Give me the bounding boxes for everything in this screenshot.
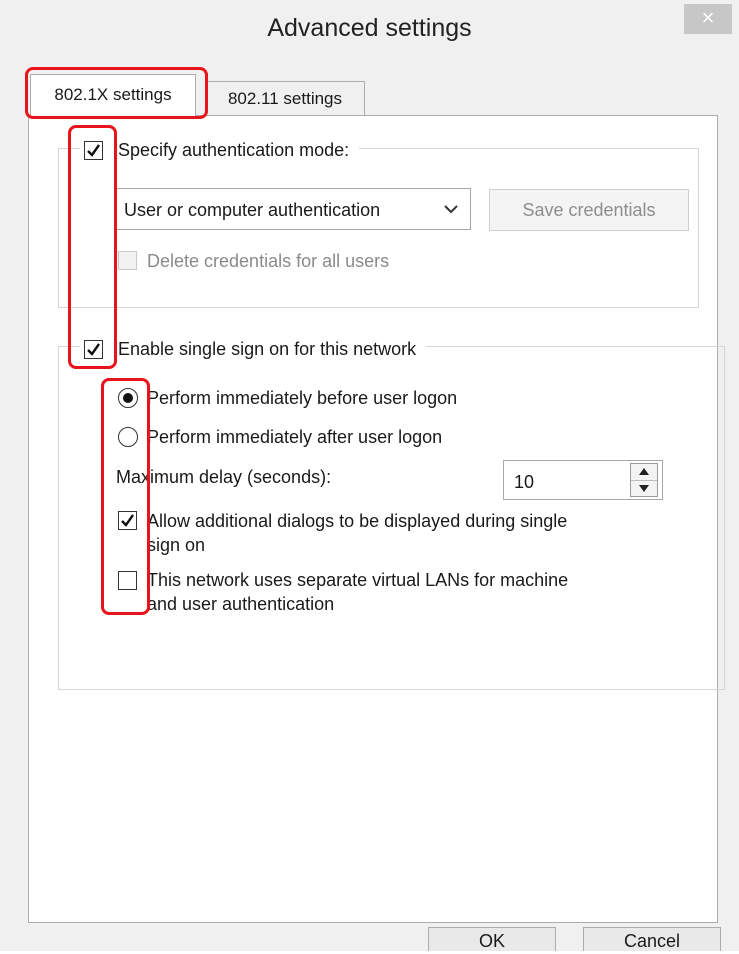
separate-vlans-checkbox[interactable] (118, 571, 137, 590)
checkmark-icon (87, 343, 100, 356)
delete-credentials-checkbox[interactable] (118, 251, 137, 270)
spinner-buttons (630, 463, 658, 497)
spinner-up-button[interactable] (631, 464, 657, 481)
save-credentials-button[interactable]: Save credentials (489, 189, 689, 231)
title-bar: Advanced settings × (0, 0, 739, 62)
maximum-delay-spinner[interactable]: 10 (503, 460, 663, 500)
radio-selected-dot (123, 393, 133, 403)
specify-auth-mode-label: Specify authentication mode: (118, 140, 350, 160)
separate-vlans-label-line2: and user authentication (147, 594, 335, 614)
perform-before-logon-label: Perform immediately before user logon (147, 388, 458, 408)
cancel-button[interactable]: Cancel (583, 927, 721, 951)
maximum-delay-value: 10 (514, 472, 535, 492)
allow-additional-dialogs-label-line2: sign on (147, 535, 206, 555)
maximum-delay-label: Maximum delay (seconds): (116, 467, 332, 487)
sso-legend: Enable single sign on for this network (80, 337, 427, 361)
delete-credentials-label: Delete credentials for all users (147, 251, 390, 271)
close-button[interactable]: × (684, 4, 732, 34)
perform-before-logon-radio[interactable] (118, 388, 138, 408)
allow-additional-dialogs-checkbox[interactable] (118, 511, 137, 530)
chevron-down-icon (444, 205, 458, 214)
enable-sso-checkbox[interactable] (84, 340, 103, 359)
advanced-settings-dialog: Advanced settings × 802.1X settings 802.… (0, 0, 739, 951)
allow-additional-dialogs-label-line1: Allow additional dialogs to be displayed… (147, 511, 568, 531)
authentication-mode-select[interactable]: User or computer authentication (115, 188, 471, 230)
ok-button[interactable]: OK (428, 927, 556, 951)
enable-sso-label: Enable single sign on for this network (118, 339, 417, 359)
checkmark-icon (87, 144, 100, 157)
triangle-down-icon (639, 485, 649, 492)
checkmark-icon (121, 514, 134, 527)
tab-802-1x-settings[interactable]: 802.1X settings (30, 74, 196, 117)
triangle-up-icon (639, 468, 649, 475)
specify-auth-mode-checkbox[interactable] (84, 141, 103, 160)
close-icon: × (701, 5, 715, 30)
dialog-title: Advanced settings (267, 14, 472, 42)
separate-vlans-label-line1: This network uses separate virtual LANs … (147, 570, 569, 590)
spinner-down-button[interactable] (631, 481, 657, 497)
authentication-mode-value: User or computer authentication (124, 200, 381, 220)
tab-802-11-settings[interactable]: 802.11 settings (205, 81, 365, 116)
auth-mode-legend: Specify authentication mode: (80, 138, 360, 162)
perform-after-logon-radio[interactable] (118, 427, 138, 447)
perform-after-logon-label: Perform immediately after user logon (147, 427, 443, 447)
